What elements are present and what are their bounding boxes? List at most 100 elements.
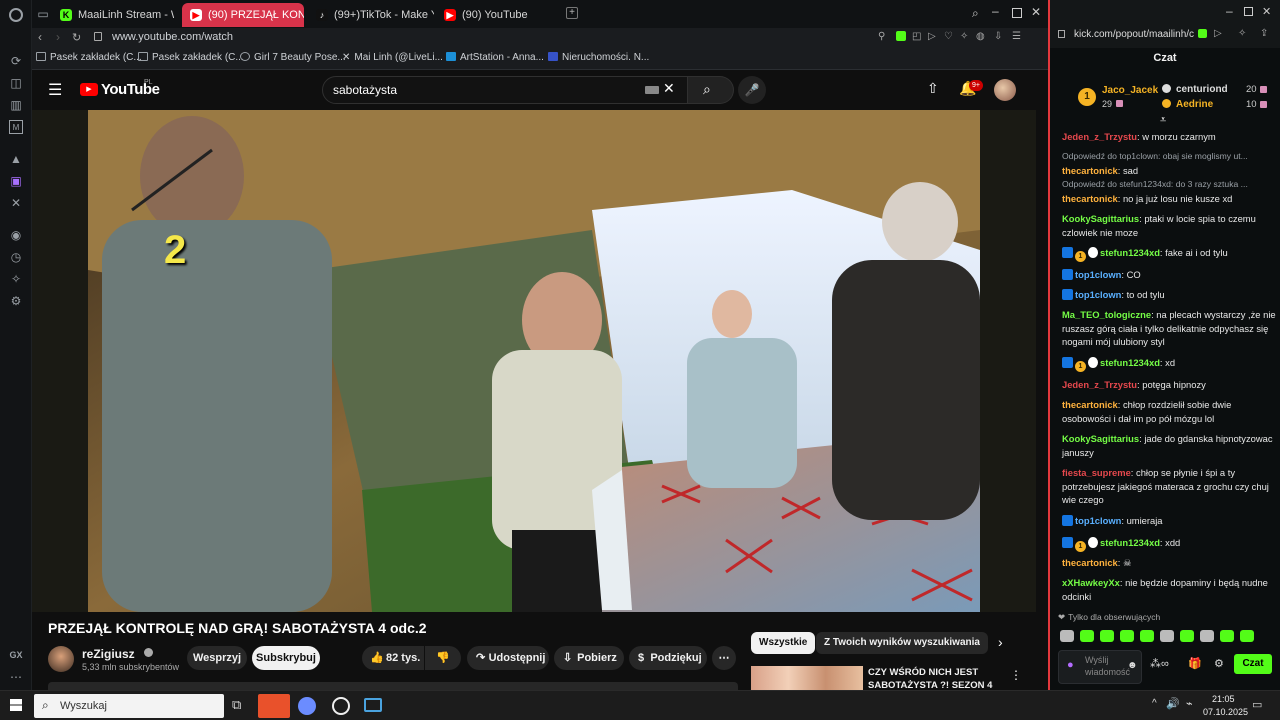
suggested-thumbnail[interactable] — [751, 666, 863, 690]
emote-icon[interactable] — [1180, 630, 1194, 642]
bookmark-folder[interactable]: Pasek zakładek (C... — [36, 52, 142, 63]
new-tab-icon[interactable]: + — [566, 7, 578, 19]
start-icon[interactable] — [10, 699, 22, 711]
more-actions-button[interactable]: ⋯ — [712, 646, 736, 670]
youtube-logo-icon[interactable]: ▶ — [80, 83, 98, 96]
aria-icon[interactable]: ▲ — [9, 152, 23, 166]
tab-kick[interactable]: K MaaiLinh Stream - Watch — [52, 3, 174, 27]
chat-username[interactable]: Ma_TEO_tologiczne — [1062, 309, 1151, 320]
chips-next-icon[interactable]: › — [998, 634, 1003, 650]
chat-username[interactable]: fiesta_supreme — [1062, 467, 1131, 478]
chat-username[interactable]: Jeden_z_Trzystu — [1062, 131, 1137, 142]
chat-username[interactable]: stefun1234xd — [1100, 247, 1160, 258]
minimize-icon[interactable]: – — [992, 4, 999, 18]
chat-input[interactable]: ● Wyślij wiadomość ☻ — [1058, 650, 1142, 684]
maximize-icon[interactable] — [1012, 8, 1022, 18]
share-icon[interactable]: ⇪ — [1260, 28, 1268, 39]
emote-icon[interactable] — [1240, 630, 1254, 642]
extension-icon[interactable] — [896, 31, 906, 41]
dislike-button[interactable]: 👎 — [425, 646, 461, 670]
play-icon[interactable]: ▷ — [928, 31, 936, 42]
bookmark-item[interactable]: Nieruchomości. N... — [548, 52, 649, 63]
messenger-icon[interactable]: M — [9, 120, 23, 134]
emote-icon[interactable] — [1220, 630, 1234, 642]
search-button[interactable]: ⌕ — [688, 76, 734, 104]
like-button[interactable]: 👍 82 tys. — [362, 646, 424, 670]
emoji-icon[interactable]: ☻ — [1127, 660, 1138, 671]
more-icon[interactable]: ⋯ — [9, 670, 23, 684]
xbox-taskbar-icon[interactable] — [364, 698, 382, 712]
bookmark-item[interactable]: Girl 7 Beauty Pose... — [240, 52, 346, 63]
suggested-menu-icon[interactable]: ⋮ — [1010, 668, 1022, 682]
games-icon[interactable]: ◫ — [9, 76, 23, 90]
maximize-icon[interactable] — [1244, 7, 1253, 16]
taskbar-search[interactable]: ⌕ Wyszukaj — [34, 694, 224, 718]
emote-icon[interactable] — [1160, 630, 1174, 642]
gx-label[interactable]: GX — [7, 648, 25, 662]
back-icon[interactable]: ‹ — [38, 30, 42, 44]
twitch-tracker-icon[interactable]: ▥ — [9, 98, 23, 112]
mic-icon[interactable]: ● — [1067, 659, 1074, 671]
chat-username[interactable]: top1clown — [1075, 269, 1121, 280]
chat-url[interactable]: kick.com/popout/maailinh/c — [1074, 29, 1194, 40]
chat-username[interactable]: KookySagittarius — [1062, 213, 1139, 224]
subscribe-button[interactable]: Subskrybuj — [252, 646, 320, 670]
bookmark-folder[interactable]: Pasek zakładek (C... — [138, 52, 244, 63]
chat-username[interactable]: xXHawkeyXx — [1062, 577, 1120, 588]
suggested-title[interactable]: CZY WŚRÓD NICH JEST SABOTAŻYSTA ?! SEZON… — [868, 666, 998, 690]
emote-icon[interactable] — [1080, 630, 1094, 642]
chat-users-icon[interactable]: ⁂∞ — [1150, 657, 1169, 670]
thanks-button[interactable]: $ Podziękuj — [629, 646, 707, 670]
volume-icon[interactable]: 🔊 — [1166, 697, 1180, 710]
share-button[interactable]: ↷ Udostępnij — [467, 646, 549, 670]
video-player[interactable]: 2 — [32, 110, 1036, 612]
chat-username[interactable]: top1clown — [1075, 515, 1121, 526]
emote-icon[interactable] — [1200, 630, 1214, 642]
chat-username[interactable]: Jeden_z_Trzystu — [1062, 379, 1137, 390]
heart-icon[interactable]: ♡ — [944, 31, 953, 42]
tab-youtube-video[interactable]: ▶ (90) PRZEJĄŁ KONTRO — [182, 3, 304, 27]
player-icon[interactable]: ◉ — [9, 228, 23, 242]
notifications-icon[interactable]: ▭ — [1252, 698, 1262, 711]
opera-gx-taskbar-icon[interactable] — [258, 694, 290, 718]
download-button[interactable]: ⇩ Pobierz — [554, 646, 624, 670]
settings-icon[interactable]: ⚙ — [9, 294, 23, 308]
chat-settings-icon[interactable]: ⚙ — [1214, 657, 1224, 670]
snapshot-icon[interactable]: ◰ — [912, 31, 921, 42]
forward-icon[interactable]: › — [56, 30, 60, 44]
chip-all[interactable]: Wszystkie — [751, 632, 816, 654]
chat-username[interactable]: thecartonick — [1062, 557, 1118, 568]
close-window-icon[interactable]: ✕ — [1262, 5, 1271, 18]
bookmark-item[interactable]: ✕ Mai Linh (@LiveLi... — [342, 52, 443, 63]
chat-username[interactable]: thecartonick — [1062, 165, 1118, 176]
menu-icon[interactable]: ☰ — [1012, 31, 1021, 42]
x-icon[interactable]: ✕ — [9, 196, 23, 210]
leaderboard-name[interactable]: Jaco_Jacek — [1102, 85, 1158, 96]
tray-chevron-icon[interactable]: ^ — [1152, 698, 1157, 709]
wallet-icon[interactable]: ◍ — [976, 31, 985, 42]
search-tabs-icon[interactable]: ⌕ — [972, 6, 979, 21]
clock-icon[interactable]: ◷ — [9, 250, 23, 264]
leaderboard-name[interactable]: Aedrine — [1176, 99, 1213, 110]
gift-icon[interactable]: 🎁 — [1188, 657, 1202, 670]
minimize-icon[interactable]: – — [1226, 4, 1233, 18]
voice-search-icon[interactable]: 🎤 — [738, 76, 766, 104]
opera-logo-icon[interactable] — [9, 8, 23, 22]
close-window-icon[interactable]: ✕ — [1031, 5, 1041, 19]
bookmark-item[interactable]: ArtStation - Anna... — [446, 52, 544, 63]
download-icon[interactable]: ⇩ — [994, 31, 1002, 42]
chat-username[interactable]: thecartonick — [1062, 193, 1118, 204]
extensions-puzzle-icon[interactable]: ✧ — [960, 31, 968, 42]
workspaces-icon[interactable]: ▭ — [36, 7, 50, 21]
extension-icon[interactable] — [1198, 29, 1207, 38]
extensions-icon[interactable]: ✧ — [9, 272, 23, 286]
chip-from-search[interactable]: Z Twoich wyników wyszukiwania — [816, 632, 988, 654]
emote-icon[interactable] — [1120, 630, 1134, 642]
app-taskbar-icon[interactable] — [332, 697, 350, 715]
clear-search-icon[interactable]: ✕ — [663, 80, 675, 97]
reload-icon[interactable]: ↻ — [72, 31, 81, 44]
emote-icon[interactable] — [1060, 630, 1074, 642]
search-input[interactable]: sabotażysta ✕ — [322, 76, 688, 104]
network-icon[interactable]: ⌁ — [1186, 697, 1193, 710]
keyboard-icon[interactable] — [645, 86, 659, 94]
